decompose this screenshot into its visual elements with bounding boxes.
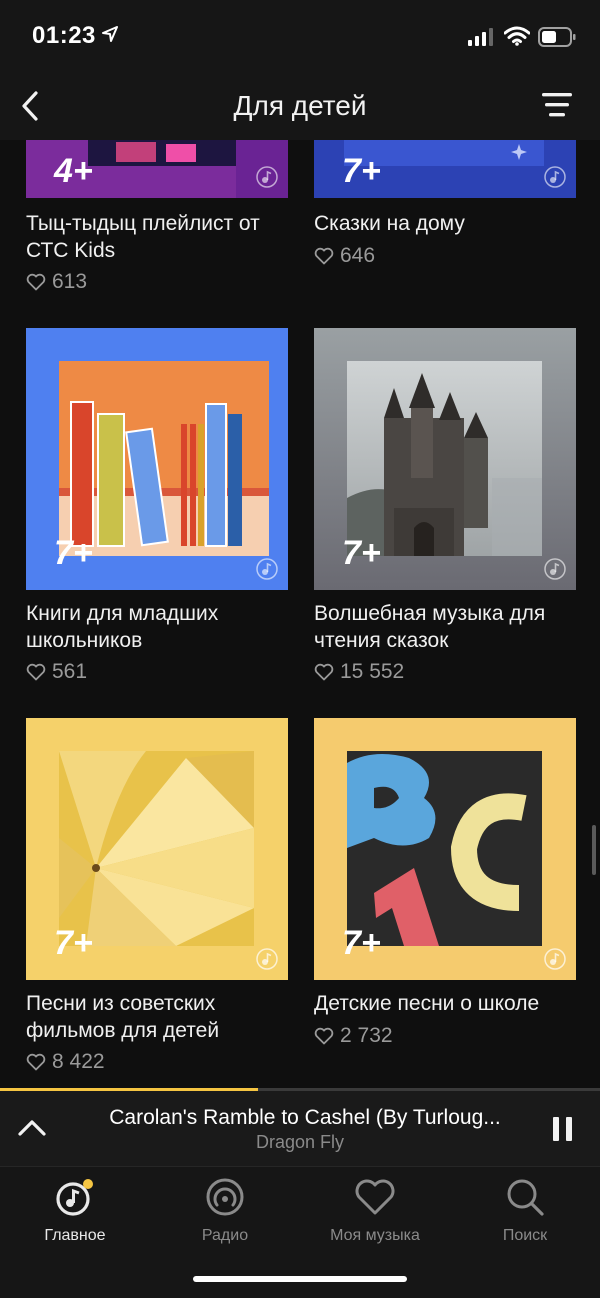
tab-home[interactable]: Главное: [5, 1175, 145, 1245]
likes-count: 561: [26, 660, 87, 684]
playlist-card[interactable]: 7+ Детские песни о школе 2 732: [314, 718, 576, 1080]
music-note-icon: [544, 558, 566, 580]
tab-radio[interactable]: Радио: [155, 1175, 295, 1245]
likes-count: 646: [314, 244, 375, 268]
likes-value: 8 422: [52, 1050, 105, 1073]
likes-count: 8 422: [26, 1050, 105, 1074]
heart-outline-icon: [314, 663, 334, 681]
playlist-title[interactable]: Детские песни о школе: [314, 990, 594, 1017]
likes-value: 646: [340, 244, 376, 267]
heart-outline-icon: [314, 1027, 334, 1045]
location-arrow-icon: [102, 26, 118, 42]
home-indicator[interactable]: [193, 1276, 407, 1282]
music-note-icon: [256, 948, 278, 970]
scrollbar[interactable]: [592, 825, 596, 875]
playlist-title[interactable]: Песни из советских фильмов для детей: [26, 990, 306, 1044]
playlist-card[interactable]: 4+ Тыц-тыдыц плейлист от СТС Kids 613: [26, 140, 288, 300]
playback-progress-fill: [0, 1088, 258, 1091]
playlist-grid: 4+ Тыц-тыдыц плейлист от СТС Kids 613 7+: [0, 140, 600, 1088]
playlist-cover[interactable]: 7+: [26, 718, 288, 980]
music-note-icon: [544, 948, 566, 970]
search-icon: [507, 1179, 544, 1216]
status-bar: 01:23: [0, 0, 600, 72]
playlist-cover[interactable]: 7+: [314, 140, 576, 198]
music-note-icon: [256, 558, 278, 580]
home-note-icon: [56, 1179, 93, 1216]
age-rating-badge: 4+: [54, 152, 93, 190]
battery-icon: [538, 27, 576, 47]
tab-my-music[interactable]: Моя музыка: [305, 1175, 445, 1245]
heart-icon: [355, 1179, 395, 1215]
likes-value: 15 552: [340, 660, 405, 683]
pause-icon[interactable]: [552, 1116, 574, 1142]
music-note-icon: [256, 166, 278, 188]
playback-progress-bar[interactable]: [0, 1088, 600, 1091]
age-rating-badge: 7+: [54, 534, 93, 572]
playlist-title[interactable]: Волшебная музыка для чтения сказок: [314, 600, 594, 654]
playlist-cover[interactable]: 7+: [314, 328, 576, 590]
playlist-cover[interactable]: 4+: [26, 140, 288, 198]
navigation-bar: Для детей: [0, 72, 600, 140]
mini-player[interactable]: Carolan's Ramble to Cashel (By Turloug..…: [0, 1088, 600, 1166]
heart-outline-icon: [26, 273, 46, 291]
likes-value: 2 732: [340, 1024, 393, 1047]
wifi-icon: [504, 26, 530, 46]
heart-outline-icon: [26, 1053, 46, 1071]
age-rating-badge: 7+: [54, 924, 93, 962]
track-artist[interactable]: Dragon Fly: [80, 1132, 520, 1153]
age-rating-badge: 7+: [342, 924, 381, 962]
sort-filter-button[interactable]: [542, 90, 576, 120]
likes-count: 613: [26, 270, 87, 294]
playlist-title[interactable]: Книги для младших школьников: [26, 600, 306, 654]
cellular-signal-icon: [468, 28, 493, 46]
playlist-card[interactable]: 7+ Сказки на дому 646: [314, 140, 576, 300]
age-rating-badge: 7+: [342, 534, 381, 572]
playlist-cover[interactable]: 7+: [314, 718, 576, 980]
playlist-card[interactable]: 7+ Песни из советских фильмов для детей …: [26, 718, 288, 1080]
page-title: Для детей: [233, 90, 367, 121]
music-note-icon: [544, 166, 566, 188]
likes-value: 613: [52, 270, 88, 293]
tab-label: Поиск: [502, 1227, 548, 1244]
playlist-card[interactable]: 7+ Книги для младших школьников 561: [26, 328, 288, 690]
radio-icon: [206, 1178, 244, 1216]
age-rating-badge: 7+: [342, 152, 381, 190]
track-title[interactable]: Carolan's Ramble to Cashel (By Turloug..…: [80, 1106, 530, 1130]
playlist-card[interactable]: 7+ Волшебная музыка для чтения сказок 15…: [314, 328, 576, 690]
tab-label: Радио: [201, 1227, 249, 1244]
tab-search[interactable]: Поиск: [455, 1175, 595, 1245]
likes-count: 2 732: [314, 1024, 393, 1048]
heart-outline-icon: [314, 247, 334, 265]
playlist-title[interactable]: Сказки на дому: [314, 210, 594, 237]
tab-label: Главное: [44, 1227, 106, 1244]
likes-value: 561: [52, 660, 88, 683]
heart-outline-icon: [26, 663, 46, 681]
status-time: 01:23: [32, 22, 96, 49]
playlist-cover[interactable]: 7+: [26, 328, 288, 590]
likes-count: 15 552: [314, 660, 404, 684]
chevron-up-icon[interactable]: [14, 1110, 50, 1146]
tab-label: Моя музыка: [330, 1227, 420, 1244]
playlist-title[interactable]: Тыц-тыдыц плейлист от СТС Kids: [26, 210, 306, 264]
